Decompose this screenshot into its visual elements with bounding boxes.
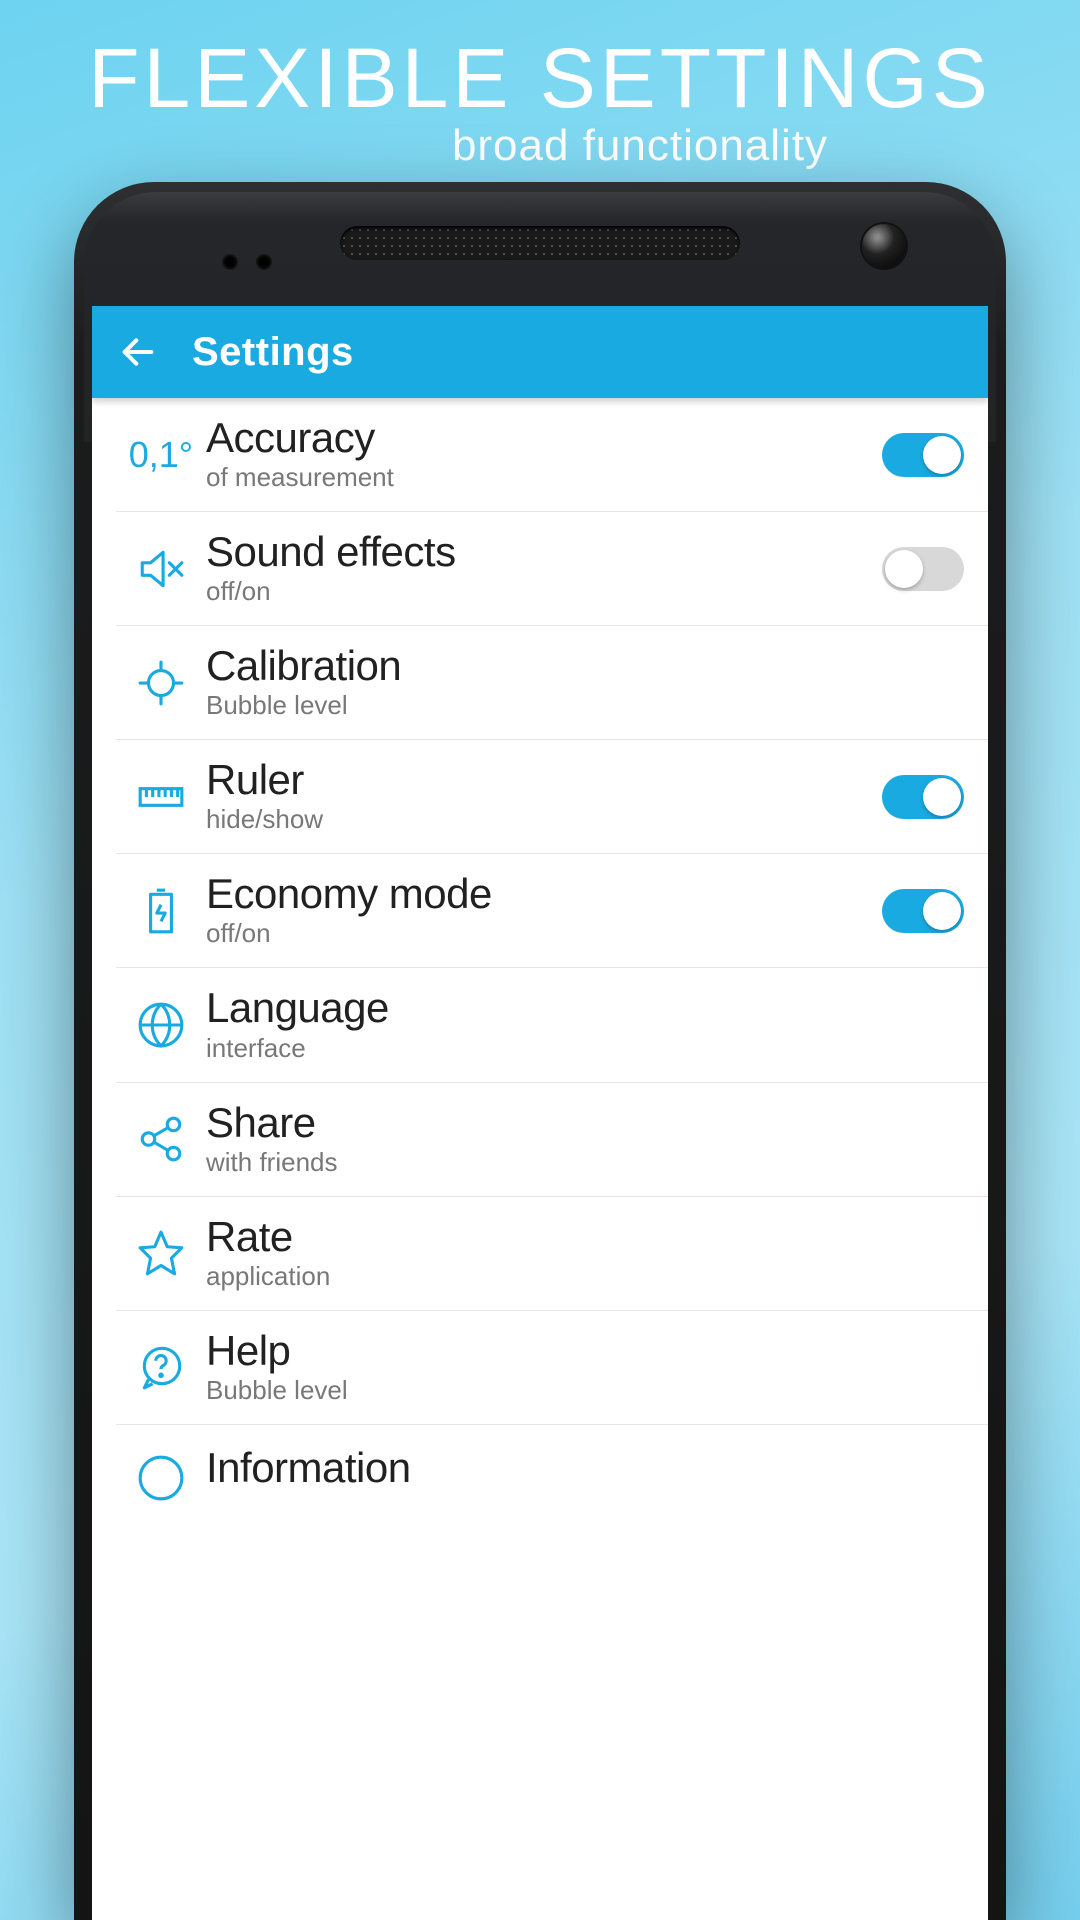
battery-icon	[116, 886, 206, 936]
promo-subtitle: broad functionality	[200, 121, 1080, 171]
setting-row-share[interactable]: Share with friends	[116, 1083, 988, 1197]
setting-title: Ruler	[206, 758, 882, 802]
share-icon	[116, 1114, 206, 1164]
target-icon	[116, 658, 206, 708]
setting-subtitle: interface	[206, 1033, 978, 1064]
setting-subtitle: with friends	[206, 1147, 978, 1178]
setting-title: Calibration	[206, 644, 978, 688]
accuracy-icon: 0,1°	[116, 434, 206, 476]
device-frame: Settings 0,1° Accuracy of measurement	[74, 182, 1006, 1920]
setting-title: Economy mode	[206, 872, 882, 916]
setting-row-information[interactable]: Information	[116, 1425, 988, 1493]
setting-row-accuracy[interactable]: 0,1° Accuracy of measurement	[116, 398, 988, 512]
device-sensors	[222, 254, 272, 270]
setting-subtitle: Bubble level	[206, 690, 978, 721]
mute-icon	[116, 544, 206, 594]
setting-subtitle: Bubble level	[206, 1375, 978, 1406]
app-actionbar: Settings	[92, 306, 988, 398]
setting-subtitle: application	[206, 1261, 978, 1292]
setting-row-ruler[interactable]: Ruler hide/show	[116, 740, 988, 854]
setting-subtitle: off/on	[206, 918, 882, 949]
setting-title: Share	[206, 1101, 978, 1145]
setting-title: Rate	[206, 1215, 978, 1259]
economy-toggle[interactable]	[882, 889, 964, 933]
setting-row-help[interactable]: Help Bubble level	[116, 1311, 988, 1425]
setting-subtitle: of measurement	[206, 462, 882, 493]
help-icon	[116, 1342, 206, 1392]
star-icon	[116, 1228, 206, 1278]
settings-list: 0,1° Accuracy of measurement	[92, 398, 988, 1493]
info-icon	[116, 1443, 206, 1493]
setting-subtitle: off/on	[206, 576, 882, 607]
back-icon[interactable]	[118, 332, 158, 372]
app-screen: Settings 0,1° Accuracy of measurement	[92, 306, 988, 1920]
ruler-icon	[116, 772, 206, 822]
setting-title: Sound effects	[206, 530, 882, 574]
setting-row-calibration[interactable]: Calibration Bubble level	[116, 626, 988, 740]
promo-headline: FLEXIBLE SETTINGS broad functionality	[0, 0, 1080, 171]
setting-title: Help	[206, 1329, 978, 1373]
setting-row-sound[interactable]: Sound effects off/on	[116, 512, 988, 626]
accuracy-toggle[interactable]	[882, 433, 964, 477]
device-camera	[862, 224, 906, 268]
actionbar-title: Settings	[192, 330, 354, 375]
device-earpiece	[340, 226, 740, 260]
setting-row-economy[interactable]: Economy mode off/on	[116, 854, 988, 968]
setting-title: Accuracy	[206, 416, 882, 460]
sound-toggle[interactable]	[882, 547, 964, 591]
setting-title: Information	[206, 1446, 978, 1490]
setting-title: Language	[206, 986, 978, 1030]
ruler-toggle[interactable]	[882, 775, 964, 819]
setting-subtitle: hide/show	[206, 804, 882, 835]
setting-row-language[interactable]: Language interface	[116, 968, 988, 1082]
setting-row-rate[interactable]: Rate application	[116, 1197, 988, 1311]
globe-icon	[116, 1000, 206, 1050]
promo-title: FLEXIBLE SETTINGS	[0, 30, 1080, 127]
